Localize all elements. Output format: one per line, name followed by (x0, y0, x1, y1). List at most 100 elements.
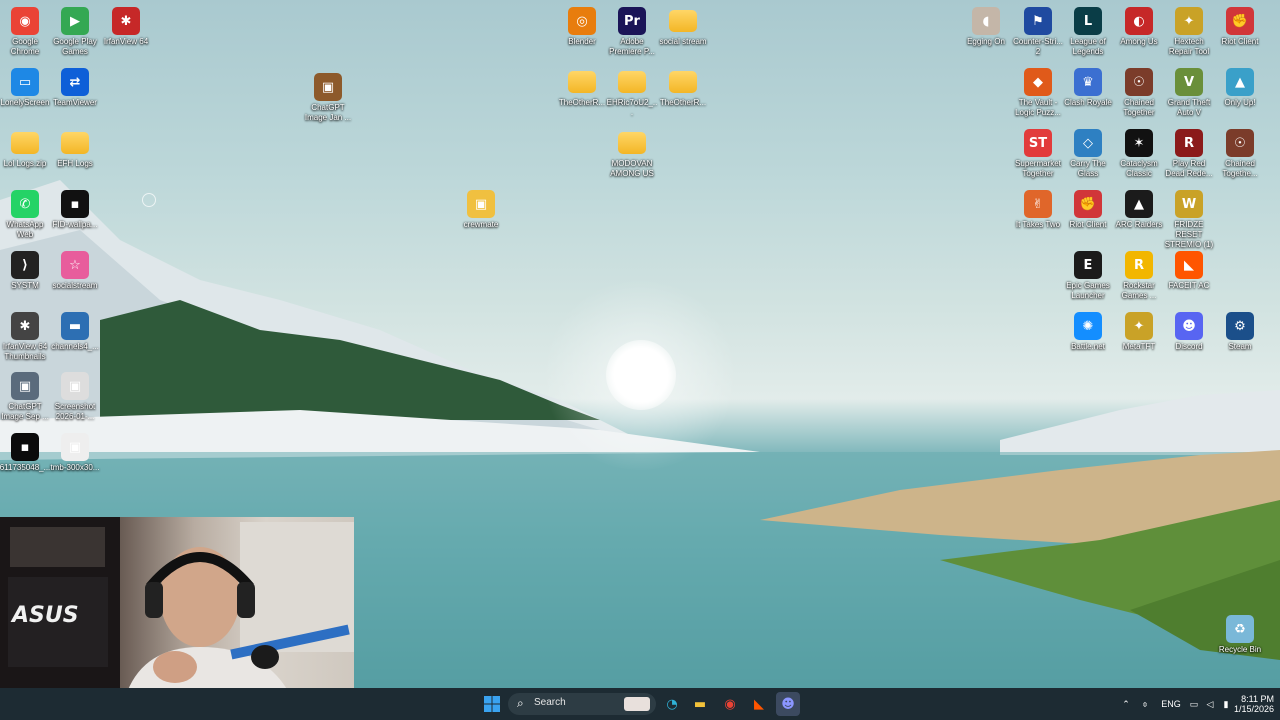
desktop-icon-modovan-among-us[interactable]: MODOVAN AMONG US (606, 126, 658, 179)
volume-icon[interactable]: ◁ (1202, 699, 1218, 710)
folder-icon (618, 71, 646, 93)
clock[interactable]: 8:11 PM 1/15/2026 (1234, 694, 1274, 714)
desktop-icon-label: IrfanView 64 (103, 37, 149, 46)
desktop-icon-efh-logs[interactable]: EFH Logs (49, 126, 101, 169)
desktop-icon-irfanview-64-thumbnails[interactable]: ✱ IrfanView 64 Thumbnails (0, 309, 51, 362)
desktop-icon-tmb-300x30[interactable]: ▣ tmb-300x30... (49, 430, 101, 473)
desktop-icon-riot-client[interactable]: ✊ Riot Client (1062, 187, 1114, 230)
desktop-icon-irfanview-64[interactable]: ✱ IrfanView 64 (100, 4, 152, 47)
show-hidden-icons-icon[interactable]: ⌃ (1118, 699, 1134, 710)
desktop-icon-lonelyscreen[interactable]: ▭ LonelyScreen (0, 65, 51, 108)
desktop-icon-chained-together[interactable]: ☉ Chained Together (1113, 65, 1165, 118)
desktop-icon-label: Google Play Games (53, 37, 97, 56)
windows-start-icon[interactable] (481, 692, 503, 716)
desktop-icon-label: TeamViewer (53, 98, 97, 107)
fid-wallpa-icon: ▪ (61, 190, 89, 218)
loading-cursor (142, 193, 156, 207)
folder-icon (618, 132, 646, 154)
desktop-icon-systm[interactable]: ⟩ SYSTM (0, 248, 51, 291)
desktop-icon-recycle-bin[interactable]: ♻ Recycle Bin (1214, 612, 1266, 655)
discord-taskbar-icon[interactable]: ☻ (776, 692, 800, 716)
desktop-icon-egging-on[interactable]: ◖ Egging On (960, 4, 1012, 47)
network-icon[interactable]: ▭ (1186, 699, 1202, 710)
desktop-icon-grand-theft-auto-v[interactable]: V Grand Theft Auto V (1163, 65, 1215, 118)
chrome-taskbar-icon[interactable]: ◉ (720, 692, 740, 716)
cataclysm-classic-icon: ✶ (1125, 129, 1153, 157)
microphone-icon[interactable]: ⌽ (1134, 699, 1156, 710)
desktop-icon-only-up[interactable]: ▲ Only Up! (1214, 65, 1266, 108)
chatgpt-image-sep-icon: ▣ (11, 372, 39, 400)
fridze-reset-stremio-1-icon: W (1175, 190, 1203, 218)
desktop-icon-rockstar-games[interactable]: R Rockstar Games ... (1113, 248, 1165, 301)
desktop-icon-the-vault-logic-puzz[interactable]: ◆ The Vault - Logic Puzz... (1012, 65, 1064, 118)
faceit-taskbar-icon[interactable]: ◣ (749, 692, 769, 716)
desktop-icon-label: Rockstar Games ... (1121, 281, 1157, 300)
desktop-icon-hextech-repair-tool[interactable]: ✦ Hextech Repair Tool (1163, 4, 1215, 57)
desktop-icon-channels4[interactable]: ▬ channels4_... (49, 309, 101, 352)
desktop-icon-label: Google Chrome (10, 37, 40, 56)
desktop-icon-play-red-dead-rede[interactable]: R Play Red Dead Rede... (1163, 126, 1215, 179)
edge-icon[interactable]: ◔ (662, 692, 682, 716)
desktop-icon-faceit-ac[interactable]: ◣ FACEIT AC (1163, 248, 1215, 291)
desktop-icon-clash-royale[interactable]: ♛ Clash Royale (1062, 65, 1114, 108)
desktop-icon-label: Among Us (1120, 37, 1158, 46)
screenshot-2026-01-icon: ▣ (61, 372, 89, 400)
crewmate-icon: ▣ (467, 190, 495, 218)
arc-raiders-icon: ▲ (1125, 190, 1153, 218)
desktop-icon-screenshot-2026-01[interactable]: ▣ Screenshot 2026-01-... (49, 369, 101, 422)
desktop-icon-riot-client[interactable]: ✊ Riot Client (1214, 4, 1266, 47)
battle-net-icon: ✺ (1074, 312, 1102, 340)
desktop-icon-metatft[interactable]: ✦ MetaTFT (1113, 309, 1165, 352)
desktop-icon-socialstream[interactable]: ☆ socialstream (49, 248, 101, 291)
desktop-icon-carry-the-glass[interactable]: ◇ Carry The Glass (1062, 126, 1114, 179)
desktop-icon-counter-stri-2[interactable]: ⚑ Counter-Stri... 2 (1012, 4, 1064, 57)
clock-time: 8:11 PM (1241, 694, 1274, 704)
desktop-icon-adobe-premiere-p[interactable]: Pr Adobe Premiere P... (606, 4, 658, 57)
steam-icon: ⚙ (1226, 312, 1254, 340)
search-box[interactable]: ⌕ Search (508, 693, 656, 715)
desktop-icon-league-of-legends[interactable]: L League of Legends (1062, 4, 1114, 57)
desktop-icon-chatgpt-image-sep[interactable]: ▣ ChatGPT Image Sep ... (0, 369, 51, 422)
desktop-icon-chatgpt-image-jan[interactable]: ▣ ChatGPT Image Jan ... (302, 70, 354, 123)
desktop-icon-google-chrome[interactable]: ◉ Google Chrome (0, 4, 51, 57)
desktop-icon-epic-games-launcher[interactable]: E Epic Games Launcher (1062, 248, 1114, 301)
611735048-icon: ▪ (11, 433, 39, 461)
desktop-icon-steam[interactable]: ⚙ Steam (1214, 309, 1266, 352)
desktop-icon-theotherr[interactable]: TheOtherR... (556, 65, 608, 108)
desktop-icon-fid-wallpa[interactable]: ▪ FID-wallpa... (49, 187, 101, 230)
desktop-icon-google-play-games[interactable]: ▶ Google Play Games (49, 4, 101, 57)
battery-icon[interactable]: ▮ (1218, 699, 1234, 710)
desktop-icon-lol-logs-zip[interactable]: Lol Logs.zip (0, 126, 51, 169)
desktop-icon-label: Only Up! (1224, 98, 1256, 107)
clock-date: 1/15/2026 (1233, 704, 1274, 714)
desktop-icon-teamviewer[interactable]: ⇄ TeamViewer (49, 65, 101, 108)
desktop-icon-arc-raiders[interactable]: ▲ ARC Raiders (1113, 187, 1165, 230)
desktop-icon-label: MetaTFT (1122, 342, 1156, 351)
desktop-icon-fridze-reset-stremio-1[interactable]: W FRIDZE RESET STREMIO (1) (1163, 187, 1215, 250)
discord-icon: ☻ (1175, 312, 1203, 340)
desktop-icon-611735048[interactable]: ▪ 611735048_... (0, 430, 51, 473)
desktop-icon-ehric7ou2[interactable]: EHRic7oU2_... (606, 65, 658, 118)
desktop-icon-whatsapp-web[interactable]: ✆ WhatsApp Web (0, 187, 51, 240)
only-up-icon: ▲ (1226, 68, 1254, 96)
desktop-icon-theotherr[interactable]: TheOtherR... (657, 65, 709, 108)
google-chrome-icon: ◉ (11, 7, 39, 35)
taskbar: ⌕ Search ◔ ▬ ◉ ◣ ☻ ⌃ ⌽ ENG ▭ ◁ ▮ 8:11 PM… (0, 688, 1280, 720)
desktop-icon-among-us[interactable]: ◐ Among Us (1113, 4, 1165, 47)
desktop-icon-label: FRIDZE RESET STREMIO (1) (1164, 220, 1214, 249)
desktop-icon-supermarket-together[interactable]: ST Supermarket Together (1012, 126, 1064, 179)
rockstar-games-icon: R (1125, 251, 1153, 279)
file-explorer-icon[interactable]: ▬ (690, 692, 710, 716)
desktop-icon-label: Steam (1228, 342, 1252, 351)
desktop-icon-chained-togethe[interactable]: ☉ Chained Togethe... (1214, 126, 1266, 179)
desktop-icon-social-stream[interactable]: social stream (657, 4, 709, 47)
the-vault-logic-puzz-icon: ◆ (1024, 68, 1052, 96)
desktop-icon-discord[interactable]: ☻ Discord (1163, 309, 1215, 352)
language-indicator[interactable]: ENG (1156, 699, 1186, 709)
desktop-icon-crewmate[interactable]: ▣ crewmate (455, 187, 507, 230)
desktop-icon-battle-net[interactable]: ✺ Battle.net (1062, 309, 1114, 352)
desktop-icon-cataclysm-classic[interactable]: ✶ Cataclysm Classic (1113, 126, 1165, 179)
chatgpt-image-jan-icon: ▣ (314, 73, 342, 101)
desktop-icon-blender[interactable]: ◎ Blender (556, 4, 608, 47)
desktop-icon-it-takes-two[interactable]: ✌ It Takes Two (1012, 187, 1064, 230)
